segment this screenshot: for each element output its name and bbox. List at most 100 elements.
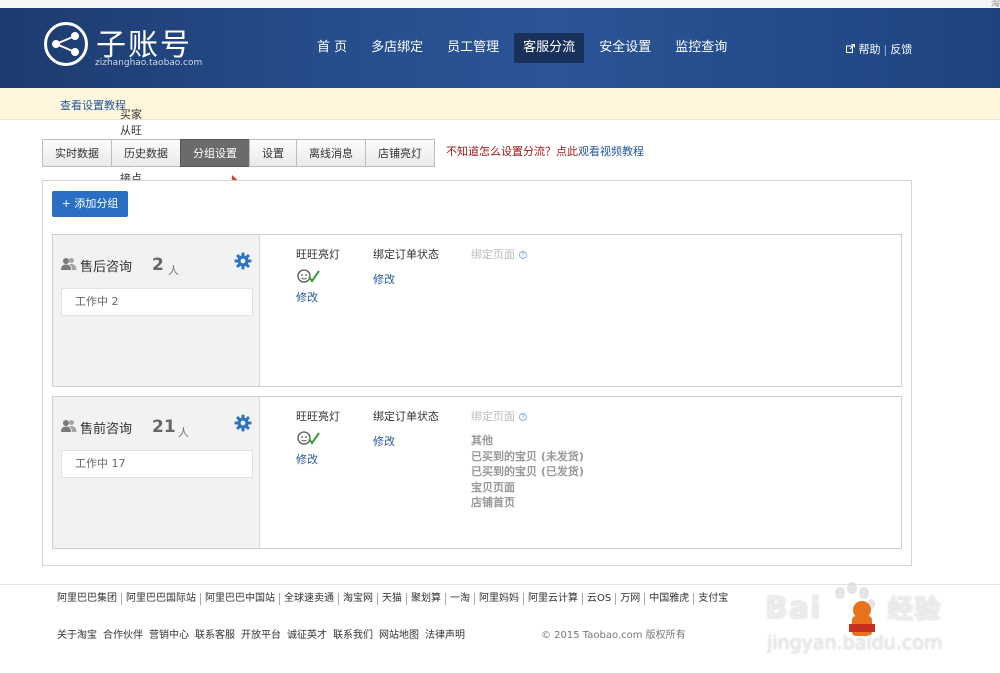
group-info: 售前咨询 21 人 工作中 17	[53, 397, 260, 548]
wangwang-online-icon	[296, 430, 320, 449]
footer-link[interactable]: 阿里巴巴中国站	[200, 593, 279, 605]
footer-link[interactable]: 支付宝	[693, 593, 732, 605]
watermark-brand-latin: Bai	[765, 591, 822, 626]
help-links: 帮助 | 反馈	[846, 41, 912, 57]
nav-security[interactable]: 安全设置	[590, 33, 660, 63]
footer-link[interactable]: 一淘	[445, 593, 474, 605]
watermark-brand-cn: 经验	[887, 595, 942, 625]
footer-link[interactable]: 关于淘宝	[57, 626, 97, 641]
footer-links: 阿里巴巴集团 阿里巴巴国际站 阿里巴巴中国站 全球速卖通 淘宝网 天猫 聚划算 …	[57, 593, 732, 605]
tab-hint: 不知道怎么设置分流？点此观看视频教程	[446, 143, 644, 159]
footer-link[interactable]: 天猫	[377, 593, 406, 605]
gear-icon[interactable]	[234, 414, 252, 435]
footer-link[interactable]: 营销中心	[149, 626, 189, 641]
tab-offline-messages[interactable]: 离线消息	[296, 139, 366, 167]
bound-pages-list: 其他 已买到的宝贝 (未发货) 已买到的宝贝 (已发货) 宝贝页面 店铺首页	[471, 433, 584, 511]
group-card: 售前咨询 21 人 工作中 17 旺旺亮灯 绑定订单状态 绑定页面? 修改 修改…	[52, 396, 902, 549]
column-title-page: 绑定页面?	[471, 408, 527, 424]
bound-page-item: 店铺首页	[471, 496, 515, 509]
group-card: 售后咨询 2 人 工作中 2 旺旺亮灯 绑定订单状态 绑定页面? 修改 修改	[52, 234, 902, 387]
column-title-page: 绑定页面?	[471, 246, 527, 262]
footer-link[interactable]: 联系我们	[333, 626, 373, 641]
bound-page-item: 已买到的宝贝 (已发货)	[471, 465, 584, 478]
footer-link[interactable]: 万网	[615, 593, 644, 605]
group-working-status: 工作中 17	[61, 450, 253, 478]
footer-link[interactable]: 开放平台	[241, 626, 281, 641]
footer-link[interactable]: 诚征英才	[287, 626, 327, 641]
edit-light-link[interactable]: 修改	[296, 289, 318, 305]
tab-group-settings[interactable]: 分组设置	[180, 139, 250, 167]
bound-page-item: 宝贝页面	[471, 480, 515, 494]
footer-link[interactable]: 阿里妈妈	[474, 593, 523, 605]
sub-tabs: 实时数据 历史数据 分组设置 设置 离线消息 店铺亮灯	[42, 139, 435, 167]
footer-link[interactable]: 淘宝网	[338, 593, 377, 605]
footer-links-secondary: 关于淘宝 合作伙伴 营销中心 联系客服 开放平台 诚征英才 联系我们 网站地图 …	[57, 626, 471, 641]
footer-link[interactable]: 阿里云计算	[523, 593, 582, 605]
group-count-unit: 人	[168, 264, 179, 277]
wangwang-online-icon	[296, 268, 320, 287]
footer-link[interactable]: 网站地图	[379, 626, 419, 641]
group-member-count: 2	[152, 255, 164, 275]
logo-icon[interactable]	[44, 22, 88, 66]
logo-subtitle: zizhanghao.taobao.com	[95, 58, 203, 68]
tab-realtime[interactable]: 实时数据	[42, 139, 112, 167]
nav-staff[interactable]: 员工管理	[438, 33, 508, 63]
nav-service-routing[interactable]: 客服分流	[514, 33, 585, 63]
nav-home[interactable]: 首 页	[308, 33, 356, 63]
footer-link[interactable]: 阿里巴巴国际站	[121, 593, 200, 605]
group-count-unit: 人	[178, 426, 189, 439]
help-question-icon[interactable]: ?	[519, 413, 527, 421]
copyright: © 2015 Taobao.com 版权所有	[541, 630, 686, 641]
column-title-light: 旺旺亮灯	[296, 410, 340, 423]
edit-light-link[interactable]: 修改	[296, 451, 318, 467]
footer-link[interactable]: 法律声明	[425, 626, 465, 641]
help-question-icon[interactable]: ?	[519, 251, 527, 259]
footer-link[interactable]: 云OS	[582, 593, 615, 605]
top-strip: 淘	[0, 0, 1000, 9]
group-name: 售后咨询	[80, 260, 133, 275]
gear-icon[interactable]	[234, 252, 252, 273]
tab-history[interactable]: 历史数据	[111, 139, 181, 167]
notice-bar: 买家从旺旺好友直接点击不在线的客服留言，可以转交到在线客服啦，点此查看设置教程	[0, 88, 1000, 377]
footer-link[interactable]: 阿里巴巴集团	[57, 593, 121, 605]
notice-link[interactable]: 查看设置教程	[60, 99, 126, 112]
column-title-order-status: 绑定订单状态	[373, 410, 439, 423]
column-title-light: 旺旺亮灯	[296, 248, 340, 261]
help-link[interactable]: 帮助	[859, 43, 881, 56]
bound-page-item: 其他	[471, 434, 493, 447]
group-name: 售前咨询	[80, 422, 133, 437]
help-separator: |	[883, 43, 888, 56]
group-member-count: 21	[152, 417, 176, 437]
group-info: 售后咨询 2 人 工作中 2	[53, 235, 260, 386]
tab-hint-text: 不知道怎么设置分流？点此	[446, 145, 578, 158]
column-title-order-status: 绑定订单状态	[373, 248, 439, 261]
nav-multi-store[interactable]: 多店绑定	[362, 33, 432, 63]
group-panel: + 添加分组 售后咨询 2 人 工作中 2 旺旺亮灯 绑定订单状态 绑定页面? …	[42, 180, 912, 566]
edit-order-status-link[interactable]: 修改	[373, 271, 395, 287]
edit-order-status-link[interactable]: 修改	[373, 433, 395, 449]
main-nav: 首 页 多店绑定 员工管理 客服分流 安全设置 监控查询	[308, 33, 742, 63]
footer-divider	[0, 584, 1000, 585]
external-link-icon	[846, 43, 859, 56]
footer-link[interactable]: 合作伙伴	[103, 626, 143, 641]
tab-hint-link[interactable]: 观看视频教程	[578, 145, 644, 158]
tab-store-light[interactable]: 店铺亮灯	[365, 139, 435, 167]
tab-settings[interactable]: 设置	[249, 139, 297, 167]
bound-page-item: 已买到的宝贝 (未发货)	[471, 449, 584, 463]
column-title-page-label: 绑定页面	[471, 248, 515, 261]
column-title-page-label: 绑定页面	[471, 410, 515, 423]
users-icon	[61, 257, 77, 273]
users-icon	[61, 419, 77, 435]
watermark-brand: Bai 经验	[765, 589, 941, 626]
footer-link[interactable]: 聚划算	[406, 593, 445, 605]
group-working-status: 工作中 2	[61, 288, 253, 316]
footer-link[interactable]: 中国雅虎	[644, 593, 693, 605]
header: 子账号 zizhanghao.taobao.com 首 页 多店绑定 员工管理 …	[0, 8, 1000, 88]
footer-link[interactable]: 联系客服	[195, 626, 235, 641]
feedback-link[interactable]: 反馈	[890, 43, 912, 56]
footer-link[interactable]: 全球速卖通	[279, 593, 338, 605]
watermark-url: jingyan.baidu.com	[767, 632, 943, 654]
notice-content: 买家从旺旺好友直接点击不在线的客服留言，可以转交到在线客服啦，点此查看设置教程	[60, 97, 142, 377]
nav-monitor[interactable]: 监控查询	[666, 33, 736, 63]
add-group-button[interactable]: + 添加分组	[52, 191, 128, 217]
